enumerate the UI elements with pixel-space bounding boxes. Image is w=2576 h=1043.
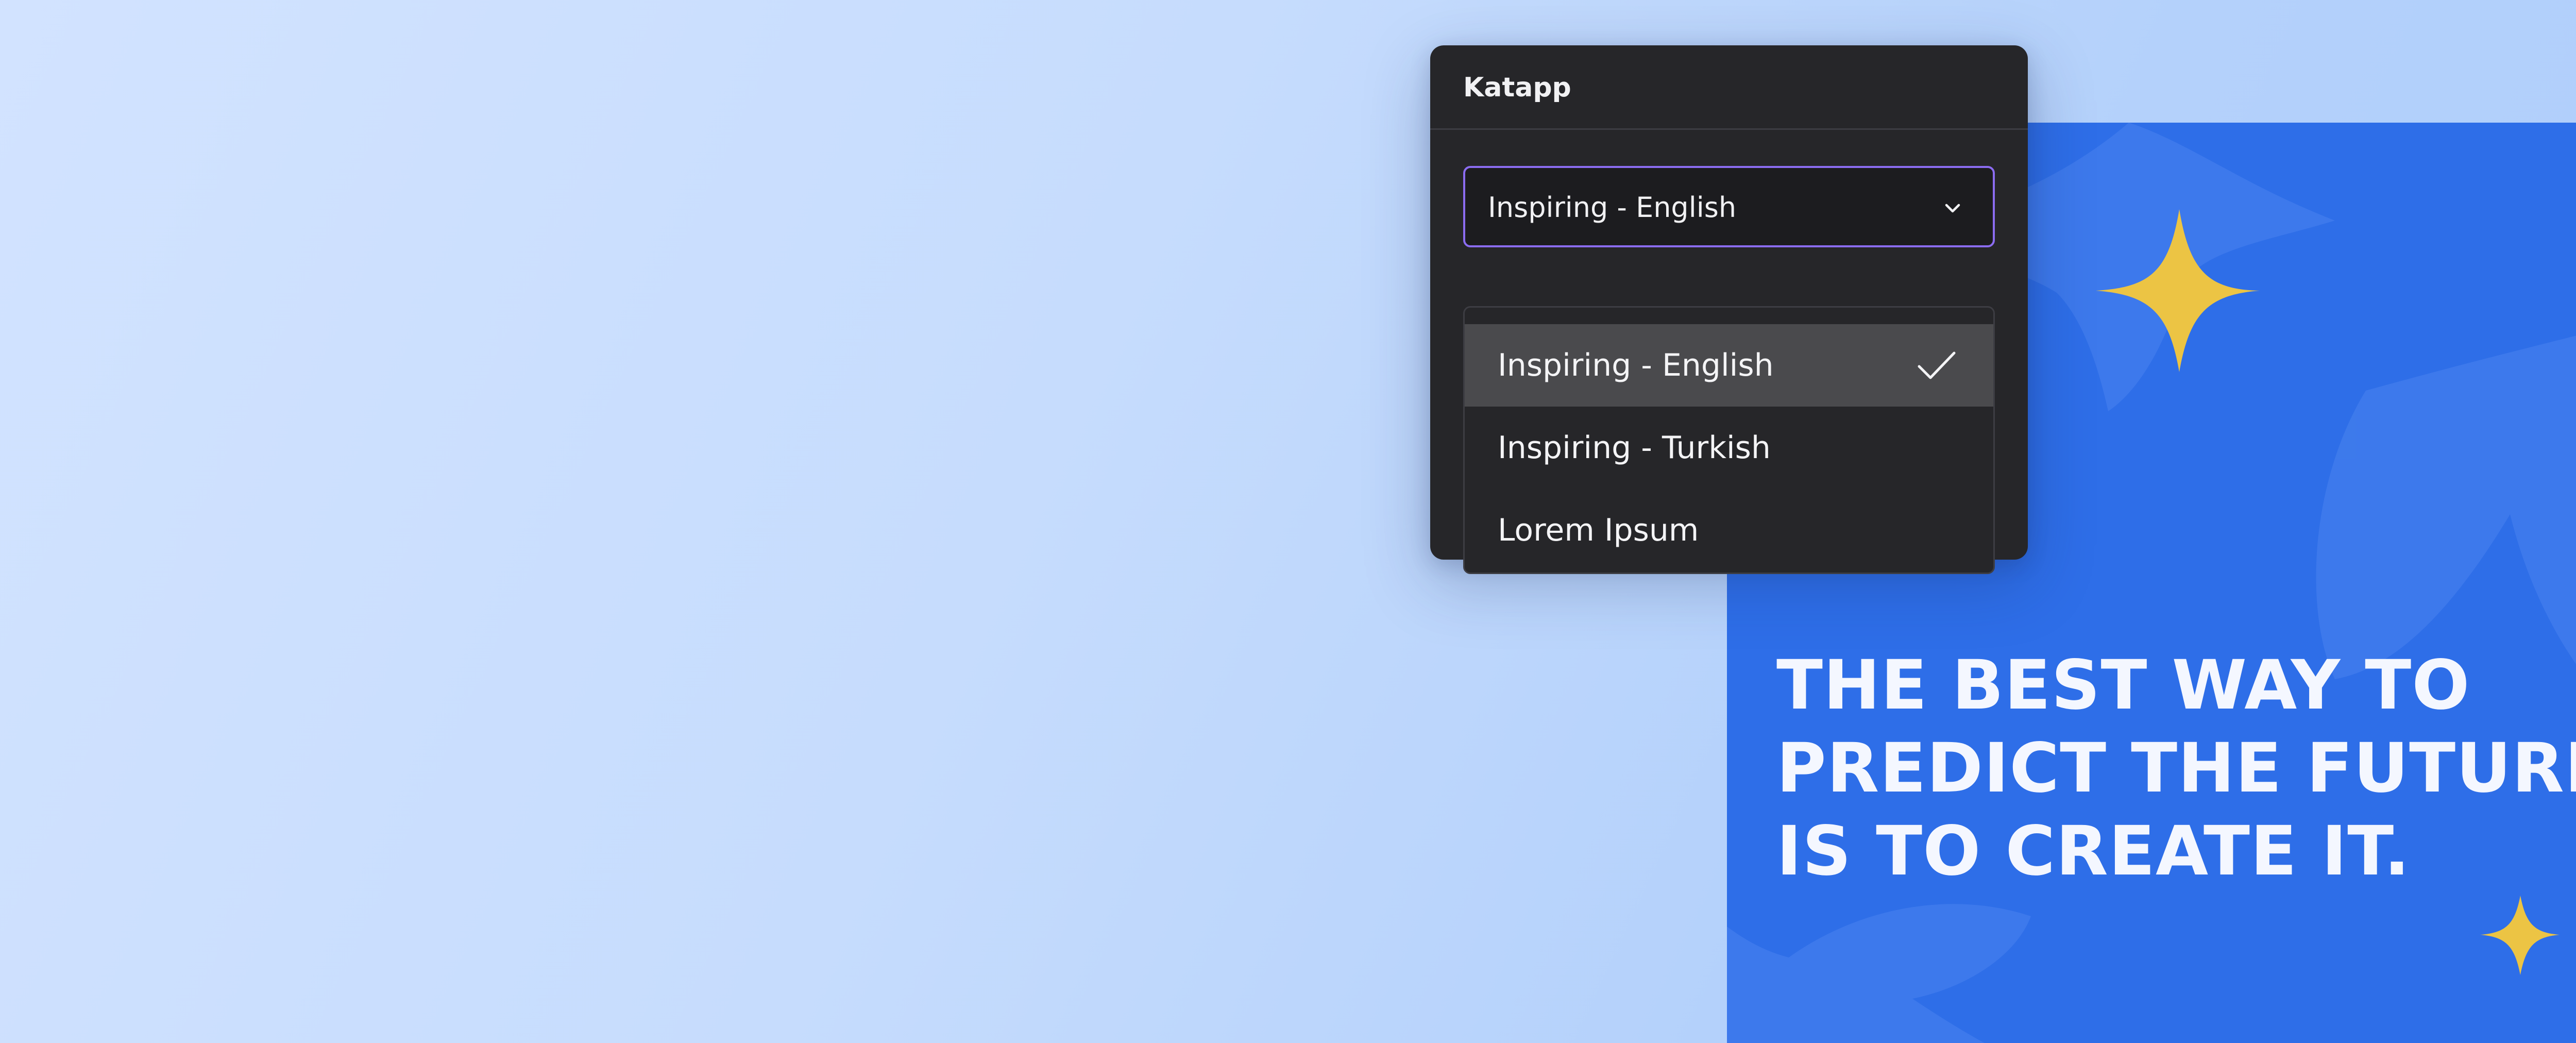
panel-title: Katapp	[1463, 72, 1571, 103]
option-inspiring-turkish[interactable]: Inspiring - Turkish	[1465, 407, 1993, 489]
poster-quote: THE BEST WAY TO PREDICT THE FUTURE IS TO…	[1776, 644, 2576, 893]
quote-line: THE BEST WAY TO	[1776, 646, 2470, 725]
panel-header: Katapp	[1430, 45, 2028, 130]
flower-petal-shape	[1727, 904, 2031, 1043]
quote-line: IS TO CREATE IT.	[1776, 812, 2411, 891]
option-label: Lorem Ipsum	[1498, 512, 1699, 548]
language-select[interactable]: Inspiring - English	[1463, 166, 1995, 247]
select-dropdown-menu: Inspiring - English Inspiring - Turkish …	[1463, 306, 1995, 574]
quote-line: PREDICT THE FUTURE	[1776, 729, 2576, 808]
katapp-panel: Katapp Inspiring - English Inspiring - E…	[1430, 45, 2028, 574]
chevron-down-icon	[1945, 204, 1960, 213]
option-label: Inspiring - English	[1498, 347, 1774, 383]
star-icon	[2480, 896, 2560, 975]
option-inspiring-english[interactable]: Inspiring - English	[1465, 324, 1993, 407]
option-lorem-ipsum[interactable]: Lorem Ipsum	[1465, 489, 1993, 571]
check-icon	[1918, 351, 1956, 379]
select-value: Inspiring - English	[1488, 191, 1737, 224]
option-label: Inspiring - Turkish	[1498, 430, 1771, 466]
